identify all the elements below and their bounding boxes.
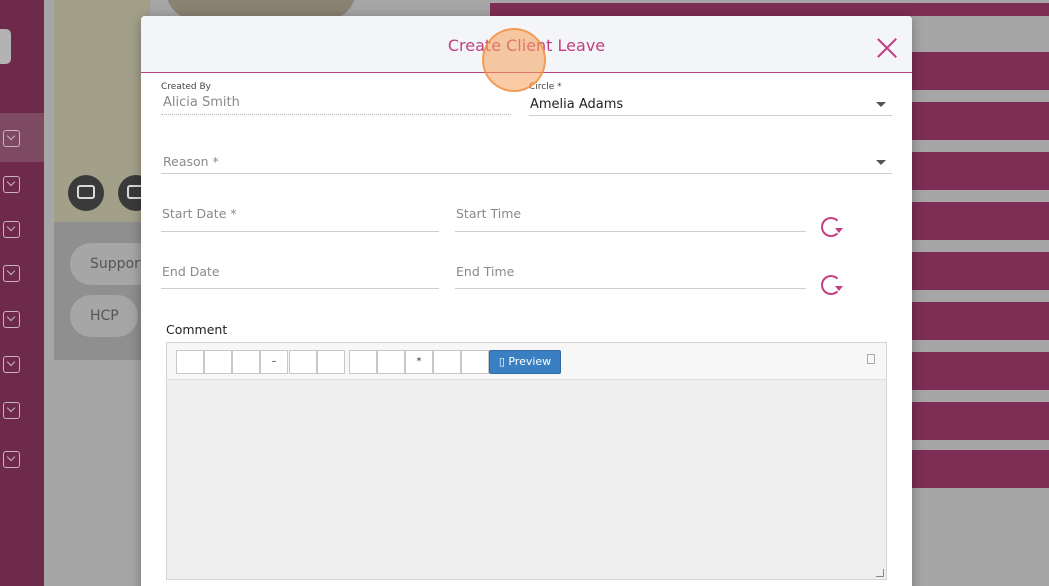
bullet-list-button[interactable] bbox=[349, 350, 377, 374]
reset-start-icon[interactable] bbox=[821, 217, 843, 237]
code-button[interactable] bbox=[317, 350, 345, 374]
sidebar-toggle-button[interactable] bbox=[0, 29, 11, 64]
create-client-leave-modal: Create Client Leave Created By Alicia Sm… bbox=[141, 16, 912, 586]
background-list-row bbox=[912, 202, 1049, 240]
background-list-row bbox=[912, 52, 1049, 90]
chevron-down-icon[interactable] bbox=[876, 102, 886, 107]
background-list-row bbox=[912, 402, 1049, 440]
modal-title: Create Client Leave bbox=[447, 36, 606, 55]
background-list-row bbox=[912, 152, 1049, 190]
created-by-underline bbox=[161, 114, 511, 115]
start-date-input[interactable]: Start Date * bbox=[162, 206, 237, 221]
chevron-down-icon[interactable] bbox=[3, 311, 20, 328]
end-time-underline bbox=[455, 288, 806, 289]
circle-label: Circle * bbox=[529, 82, 562, 92]
start-time-underline bbox=[455, 231, 806, 232]
quote-button[interactable] bbox=[289, 350, 317, 374]
comment-textarea[interactable] bbox=[167, 380, 886, 579]
background-list-row bbox=[912, 302, 1049, 340]
close-icon[interactable] bbox=[876, 37, 898, 59]
background-hcp-pill: HCP bbox=[70, 295, 138, 337]
bold-button[interactable] bbox=[176, 350, 204, 374]
background-list-row bbox=[912, 252, 1049, 290]
chevron-down-icon[interactable] bbox=[3, 451, 20, 468]
reset-end-icon[interactable] bbox=[821, 275, 843, 295]
heading-button[interactable] bbox=[232, 350, 260, 374]
image-button[interactable] bbox=[461, 350, 489, 374]
fullscreen-icon[interactable] bbox=[867, 354, 875, 364]
created-by-label: Created By bbox=[161, 82, 211, 92]
background-chat-icon bbox=[68, 175, 104, 211]
start-date-underline bbox=[161, 231, 439, 232]
end-time-input[interactable]: End Time bbox=[456, 264, 514, 279]
chevron-down-icon[interactable] bbox=[3, 221, 20, 238]
chevron-down-icon[interactable] bbox=[3, 402, 20, 419]
chevron-down-icon[interactable] bbox=[3, 356, 20, 373]
preview-button[interactable]: ▯ Preview bbox=[489, 350, 561, 374]
background-list-row bbox=[912, 102, 1049, 140]
background-header-bar bbox=[490, 3, 1049, 16]
editor-toolbar: – * ▯ Preview bbox=[167, 343, 886, 380]
circle-underline bbox=[529, 115, 892, 116]
numbered-list-button[interactable] bbox=[377, 350, 405, 374]
chevron-down-icon[interactable] bbox=[876, 160, 886, 165]
link-button[interactable] bbox=[433, 350, 461, 374]
reason-select[interactable]: Reason * bbox=[163, 154, 219, 169]
reason-underline bbox=[161, 173, 892, 174]
modal-header: Create Client Leave bbox=[141, 16, 912, 73]
background-list-row bbox=[912, 450, 1049, 488]
sidebar bbox=[0, 0, 44, 586]
background-list-row bbox=[912, 352, 1049, 390]
comment-label: Comment bbox=[166, 322, 228, 337]
end-date-input[interactable]: End Date bbox=[162, 264, 220, 279]
circle-select[interactable]: Amelia Adams bbox=[530, 97, 623, 112]
chevron-down-icon[interactable] bbox=[3, 130, 20, 147]
comment-editor: – * ▯ Preview bbox=[166, 342, 887, 580]
start-time-input[interactable]: Start Time bbox=[456, 206, 521, 221]
created-by-value: Alicia Smith bbox=[163, 95, 240, 110]
resize-handle-icon[interactable] bbox=[876, 569, 884, 577]
chevron-down-icon[interactable] bbox=[3, 176, 20, 193]
asterisk-button[interactable]: * bbox=[405, 350, 433, 374]
end-date-underline bbox=[161, 288, 439, 289]
chevron-down-icon[interactable] bbox=[3, 265, 20, 282]
strikethrough-button[interactable]: – bbox=[260, 350, 288, 374]
italic-button[interactable] bbox=[204, 350, 232, 374]
